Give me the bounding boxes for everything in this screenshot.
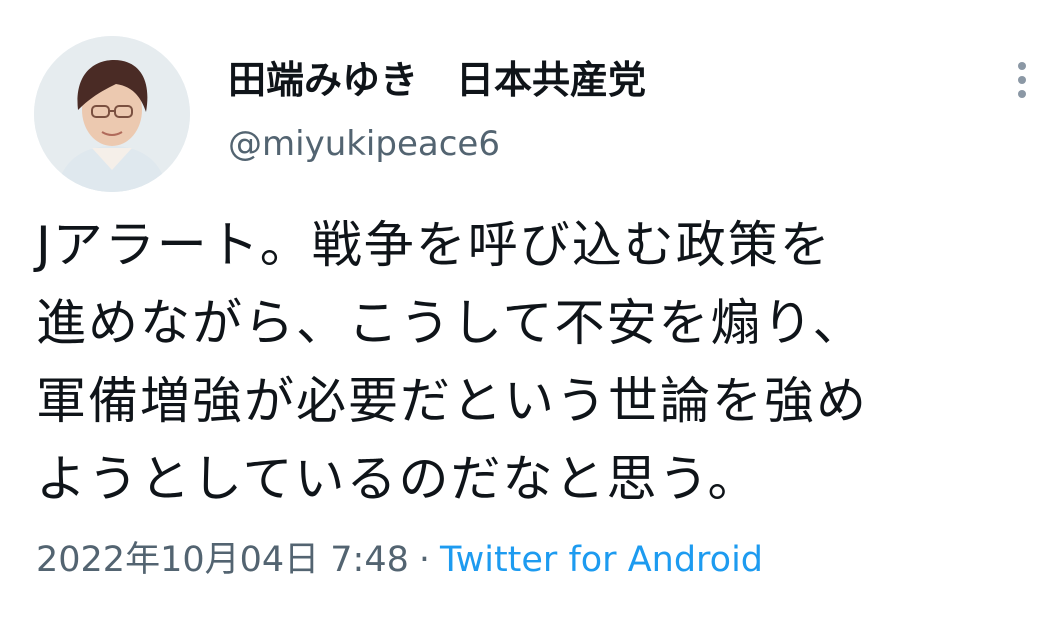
avatar[interactable] xyxy=(34,36,190,192)
tweet-card: 田端みゆき 日本共産党 @miyukipeace6 Jアラート。戦争を呼び込む政… xyxy=(0,0,1058,619)
tweet-text: Jアラート。戦争を呼び込む政策を 進めながら、こうして不安を煽り、 軍備増強が必… xyxy=(36,216,868,508)
more-vertical-icon xyxy=(1018,62,1026,98)
user-handle[interactable]: @miyukipeace6 xyxy=(228,122,646,166)
avatar-image xyxy=(34,36,190,192)
more-options-button[interactable] xyxy=(1006,58,1038,102)
tweet-timestamp[interactable]: 2022年10月04日 7:48 xyxy=(36,540,409,580)
tweet-source-link[interactable]: Twitter for Android xyxy=(440,540,763,580)
tweet-metadata: 2022年10月04日 7:48 · Twitter for Android xyxy=(36,536,763,584)
author-info: 田端みゆき 日本共産党 @miyukipeace6 xyxy=(228,52,646,166)
display-name[interactable]: 田端みゆき 日本共産党 xyxy=(228,52,646,108)
meta-separator: · xyxy=(418,540,431,580)
